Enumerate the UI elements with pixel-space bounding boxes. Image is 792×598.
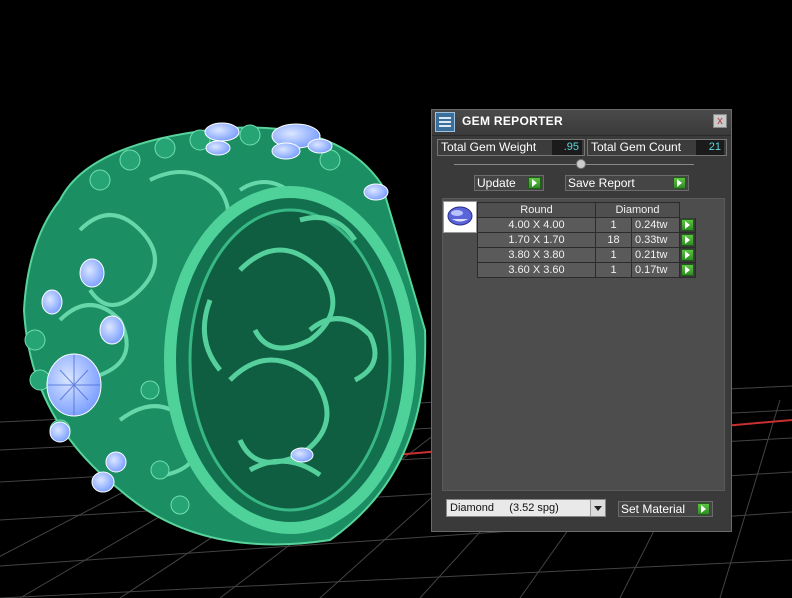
total-gem-count-value: 21 (696, 140, 724, 155)
gem-weight: 0.24tw (631, 217, 680, 233)
table-row[interactable]: 3.60 X 3.60 1 0.17tw (477, 262, 696, 278)
green-arrow-icon (697, 503, 710, 515)
gem-reporter-panel: GEM REPORTER x Total Gem Weight .95 Tota… (431, 109, 732, 532)
set-material-button[interactable]: Set Material (618, 501, 713, 517)
column-header-shape: Round (477, 202, 596, 218)
table-row[interactable]: 3.80 X 3.80 1 0.21tw (477, 247, 696, 263)
gem-weight: 0.17tw (631, 262, 680, 278)
gem-count: 1 (595, 262, 632, 278)
gem-size: 3.60 X 3.60 (477, 262, 596, 278)
close-icon[interactable]: x (713, 114, 727, 128)
gem-reporter-icon (435, 112, 455, 132)
gem-count: 18 (595, 232, 632, 248)
green-arrow-icon (673, 177, 686, 189)
green-arrow-icon[interactable] (681, 219, 694, 231)
total-gem-count-label: Total Gem Count (591, 140, 682, 154)
total-gem-weight-value: .95 (552, 140, 582, 155)
material-selected-value: Diamond (3.52 spg) (450, 502, 559, 514)
update-button[interactable]: Update (474, 175, 544, 191)
gem-size: 4.00 X 4.00 (477, 217, 596, 233)
splitter-line (454, 164, 694, 165)
column-header-material: Diamond (595, 202, 680, 218)
green-arrow-icon (528, 177, 541, 189)
gem-weight: 0.33tw (631, 232, 680, 248)
green-arrow-icon[interactable] (681, 249, 694, 261)
splitter-handle[interactable] (576, 159, 586, 169)
gem-size: 3.80 X 3.80 (477, 247, 596, 263)
save-report-label: Save Report (568, 176, 635, 190)
gem-size: 1.70 X 1.70 (477, 232, 596, 248)
panel-title: GEM REPORTER (462, 114, 563, 128)
table-row[interactable]: 4.00 X 4.00 1 0.24tw (477, 217, 696, 233)
chevron-down-icon[interactable] (590, 500, 605, 516)
round-gem-icon[interactable] (443, 201, 477, 233)
material-dropdown[interactable]: Diamond (3.52 spg) (446, 499, 606, 517)
gem-count: 1 (595, 217, 632, 233)
gem-count: 1 (595, 247, 632, 263)
table-row[interactable]: 1.70 X 1.70 18 0.33tw (477, 232, 696, 248)
save-report-button[interactable]: Save Report (565, 175, 689, 191)
set-material-label: Set Material (621, 502, 686, 516)
title-bar[interactable]: GEM REPORTER x (432, 110, 731, 136)
green-arrow-icon[interactable] (681, 264, 694, 276)
total-gem-count-field: Total Gem Count 21 (587, 139, 727, 156)
table-header-row: Round Diamond (477, 202, 696, 218)
green-arrow-icon[interactable] (681, 234, 694, 246)
gem-weight: 0.21tw (631, 247, 680, 263)
gem-table: Round Diamond 4.00 X 4.00 1 0.24tw 1.70 … (477, 202, 696, 278)
total-gem-weight-label: Total Gem Weight (441, 140, 537, 154)
update-label: Update (477, 176, 516, 190)
total-gem-weight-field: Total Gem Weight .95 (437, 139, 585, 156)
